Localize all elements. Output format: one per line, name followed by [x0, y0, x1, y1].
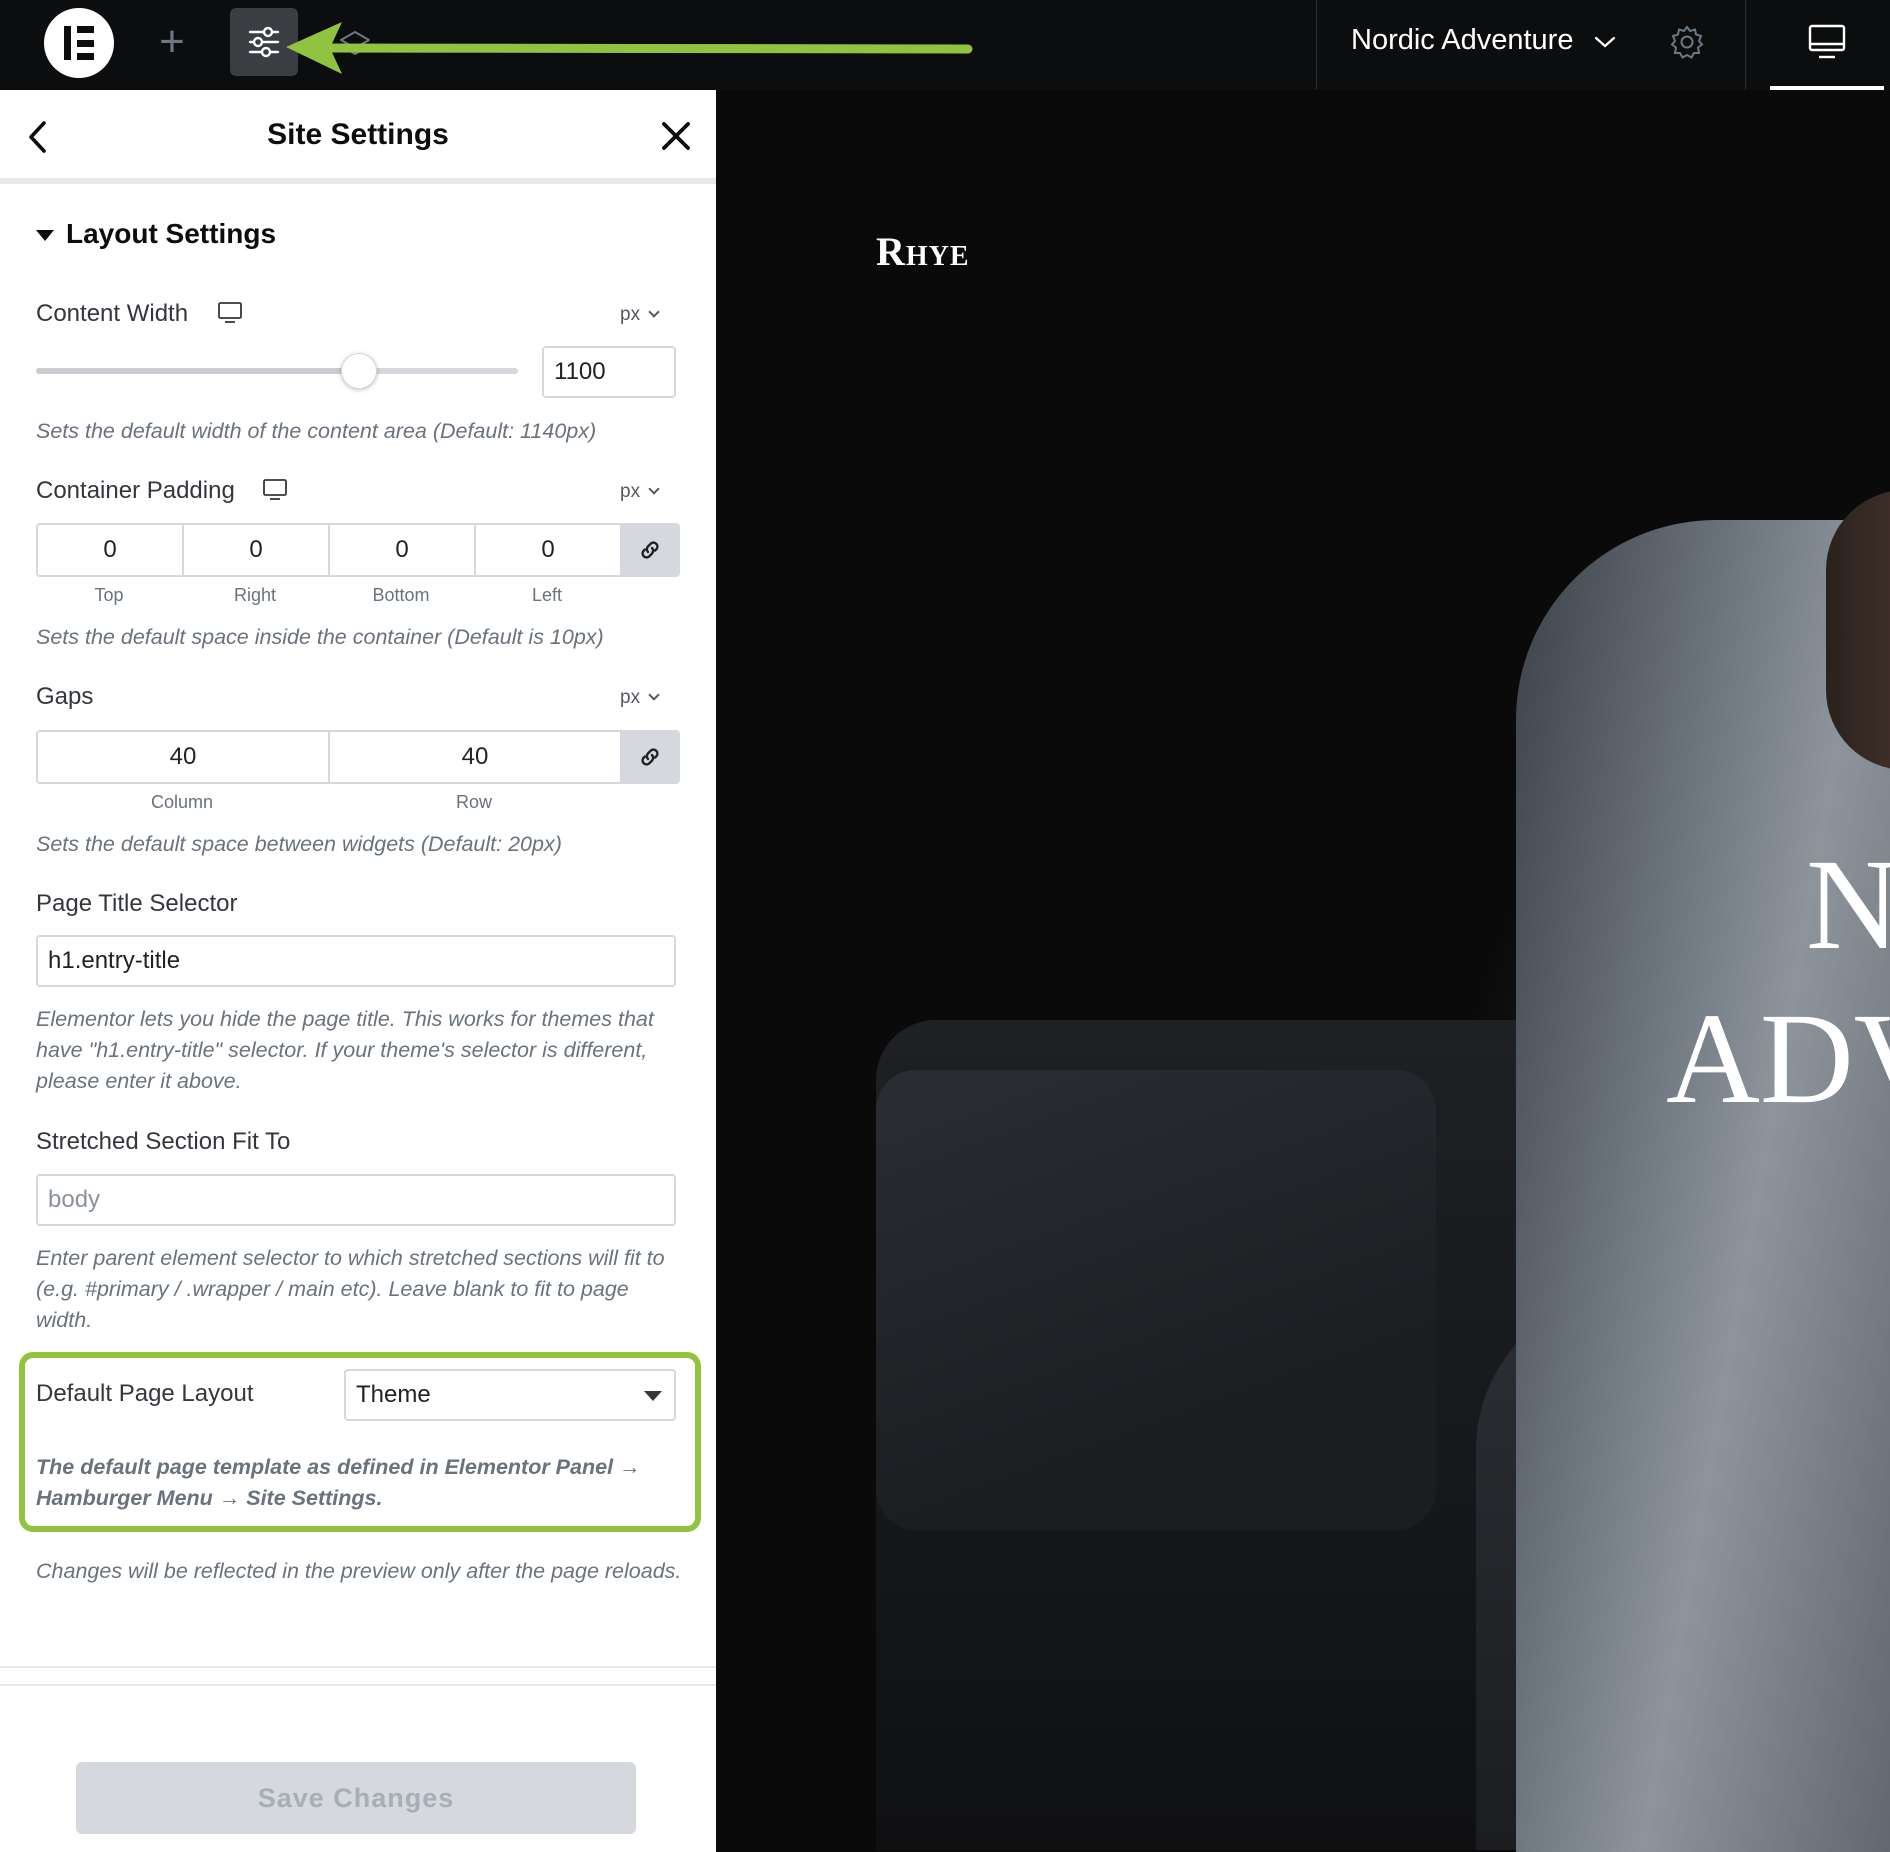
site-brand[interactable]: Rhye: [876, 228, 970, 275]
link-values-button[interactable]: [622, 525, 678, 575]
site-settings-panel: Site Settings Layout Settings Content Wi…: [0, 90, 716, 1852]
container-padding-inputs: 0 0 0 0: [36, 523, 680, 577]
hero-heading-line2: ADV: [1666, 987, 1890, 1131]
padding-bottom-input[interactable]: 0: [330, 525, 476, 575]
page-title-selector-input[interactable]: h1.entry-title: [36, 935, 676, 987]
dim-label: Right: [233, 585, 277, 605]
padding-right-input[interactable]: 0: [184, 525, 330, 575]
site-selector[interactable]: Nordic Adventure: [1316, 0, 1746, 90]
slider-handle[interactable]: [340, 353, 377, 389]
stretched-section-input[interactable]: body: [36, 1174, 676, 1226]
dim-label: Column: [150, 792, 214, 812]
gap-row-input[interactable]: 40: [330, 732, 622, 782]
padding-top-input[interactable]: 0: [38, 525, 184, 575]
page-title-selector-help: Elementor lets you hide the page title. …: [36, 1007, 654, 1093]
desktop-icon: [1808, 24, 1846, 59]
unit-selector[interactable]: px: [620, 304, 658, 326]
content-width-input[interactable]: 1100: [542, 346, 676, 398]
elementor-logo-icon[interactable]: [44, 8, 114, 78]
preview-image-cushion: [876, 1070, 1436, 1530]
page-title-selector-label: Page Title Selector: [36, 890, 238, 917]
desktop-icon[interactable]: [218, 302, 242, 324]
plus-icon[interactable]: +: [154, 20, 190, 64]
gaps-inputs: 40 40: [36, 730, 680, 784]
unit-selector[interactable]: px: [620, 687, 658, 709]
default-page-layout-help: The default page template as defined in …: [36, 1455, 641, 1510]
content-width-label: Content Width: [36, 300, 189, 327]
save-changes-button[interactable]: Save Changes: [76, 1762, 636, 1834]
link-icon: [641, 748, 659, 766]
link-values-button[interactable]: [622, 732, 678, 782]
link-icon: [641, 541, 659, 559]
padding-side-labels: Top Right Bottom Left: [36, 585, 620, 606]
stretched-section-label: Stretched Section Fit To: [36, 1128, 291, 1155]
gaps-help: Sets the default space between widgets (…: [36, 832, 562, 856]
stretched-section-help: Enter parent element selector to which s…: [36, 1246, 665, 1332]
slider-fill: [36, 368, 359, 374]
preview-image-head: [1826, 490, 1890, 770]
dim-label: Bottom: [372, 585, 430, 605]
unit-selector[interactable]: px: [620, 481, 658, 503]
container-padding-help: Sets the default space inside the contai…: [36, 625, 604, 649]
gap-labels: Column Row: [36, 792, 620, 813]
page-preview[interactable]: Rhye N ADV: [716, 90, 1890, 1852]
default-page-layout-select[interactable]: Theme: [344, 1369, 676, 1421]
gap-column-input[interactable]: 40: [38, 732, 330, 782]
annotation-arrow: [286, 22, 973, 74]
section-title[interactable]: Layout Settings: [66, 218, 276, 250]
editor-topbar: + Nordic Adventure: [0, 0, 1890, 90]
gaps-label: Gaps: [36, 683, 94, 710]
gear-icon[interactable]: [1667, 22, 1707, 62]
responsive-mode-button[interactable]: [1770, 0, 1884, 90]
panel-footer: Save Changes: [0, 1666, 716, 1852]
content-width-slider[interactable]: [36, 353, 518, 389]
caret-down-icon[interactable]: [36, 230, 54, 241]
panel-title: Site Settings: [267, 118, 449, 151]
dim-label: Left: [531, 585, 563, 605]
container-padding-label: Container Padding: [36, 477, 235, 504]
select-value: Theme: [356, 1381, 431, 1408]
chevron-down-icon: [1594, 36, 1616, 48]
dim-label: Row: [455, 792, 492, 812]
site-name: Nordic Adventure: [1351, 24, 1574, 56]
default-page-layout-label: Default Page Layout: [36, 1380, 254, 1407]
padding-left-input[interactable]: 0: [476, 525, 622, 575]
dim-label: Top: [94, 585, 124, 605]
reload-note: Changes will be reflected in the preview…: [36, 1559, 682, 1583]
desktop-icon[interactable]: [263, 479, 287, 501]
content-width-help: Sets the default width of the content ar…: [36, 419, 597, 443]
panel-header: Site Settings: [0, 90, 716, 184]
caret-down-icon: [644, 1391, 662, 1401]
hero-heading-line1: N: [1806, 833, 1890, 977]
close-icon[interactable]: [660, 120, 692, 152]
